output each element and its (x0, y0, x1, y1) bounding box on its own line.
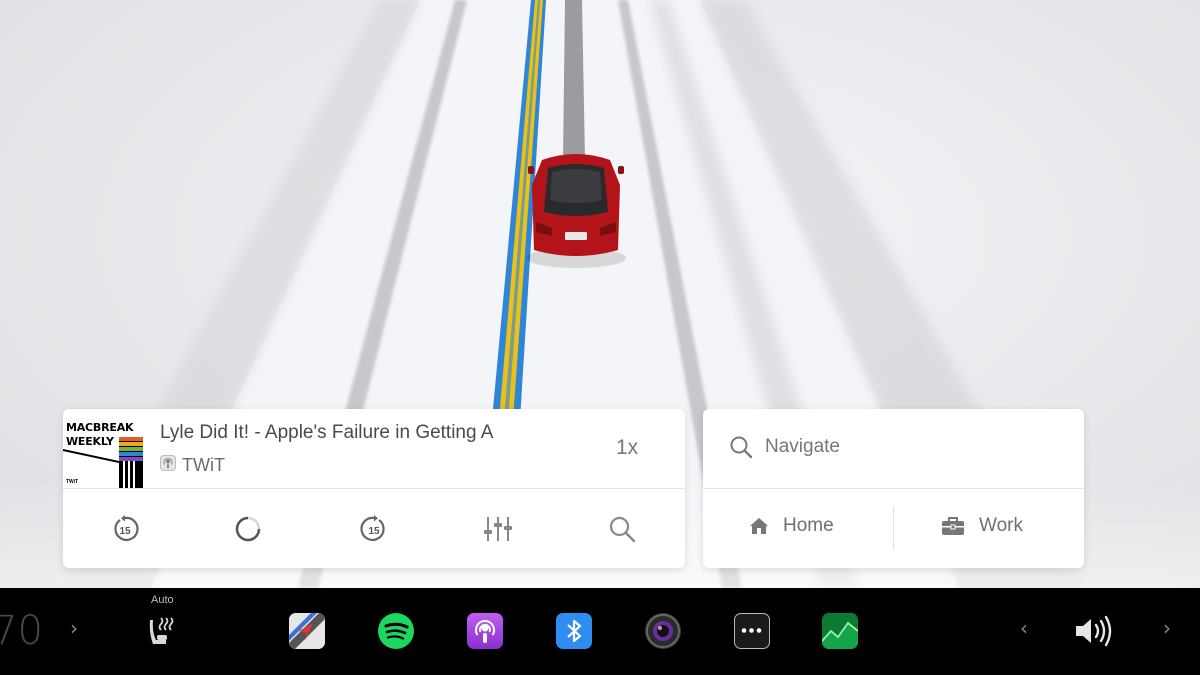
spotify-app-icon[interactable] (378, 613, 414, 649)
album-art-brand: TWiT (66, 479, 79, 485)
equalizer-icon (484, 517, 512, 541)
album-art[interactable]: MACBREAK WEEKLY TWiT (63, 409, 143, 489)
media-player-card[interactable]: MACBREAK WEEKLY TWiT Lyle Did It! - Appl… (63, 409, 685, 568)
volume-button[interactable] (1073, 614, 1119, 648)
volume-icon (1076, 615, 1112, 647)
search-icon (609, 516, 636, 543)
skip-back-15-icon: 15 (114, 515, 139, 541)
seat-heater-button[interactable] (148, 614, 182, 648)
loading-spinner-icon (235, 516, 261, 542)
seat-heater-label: Auto (151, 594, 174, 606)
media-divider (63, 488, 685, 489)
work-label: Work (979, 515, 1023, 536)
home-label: Home (783, 515, 834, 536)
briefcase-icon (942, 517, 964, 535)
volume-left-chevron-icon[interactable]: ‹ (1020, 616, 1028, 640)
car-icon (526, 154, 626, 268)
podcasts-app-icon[interactable] (467, 613, 503, 649)
playback-speed-button[interactable]: 1x (616, 436, 638, 460)
skip-back-label: 15 (119, 526, 131, 537)
navigate-search-field[interactable]: Navigate (729, 435, 840, 459)
home-icon (750, 518, 768, 534)
navigation-app-icon[interactable] (289, 613, 325, 649)
nav-divider (703, 488, 1084, 489)
skip-back-button[interactable]: 15 (108, 512, 142, 546)
podcast-icon (160, 454, 176, 476)
camera-app-icon[interactable] (645, 613, 681, 649)
episode-title: Lyle Did It! - Apple's Failure in Gettin… (160, 422, 494, 443)
volume-right-chevron-icon[interactable]: › (1163, 616, 1171, 640)
bluetooth-app-icon[interactable] (556, 613, 592, 649)
work-destination-button[interactable]: Work (941, 515, 1023, 537)
podcast-source: TWiT (160, 454, 225, 476)
source-name: TWiT (182, 454, 225, 475)
navigation-card[interactable]: Navigate Home Work (703, 409, 1084, 568)
temperature-display[interactable]: 70 (0, 608, 43, 654)
skip-forward-15-icon: 15 (360, 515, 385, 541)
skip-forward-label: 15 (368, 526, 380, 537)
stocks-app-icon[interactable] (822, 613, 858, 649)
media-search-button[interactable] (605, 512, 639, 546)
album-art-graphic (63, 437, 143, 489)
navigate-placeholder: Navigate (765, 436, 840, 457)
more-apps-icon[interactable] (734, 613, 770, 649)
home-destination-button[interactable]: Home (749, 515, 834, 537)
equalizer-button[interactable] (481, 512, 515, 546)
temperature-right-chevron-icon[interactable]: › (70, 616, 78, 640)
search-icon (730, 436, 753, 459)
skip-forward-button[interactable]: 15 (357, 512, 391, 546)
destination-divider (893, 506, 894, 550)
taskbar: 70 › Auto ‹ › (0, 588, 1200, 675)
play-pause-button[interactable] (231, 512, 265, 546)
seat-heater-icon (149, 617, 174, 644)
